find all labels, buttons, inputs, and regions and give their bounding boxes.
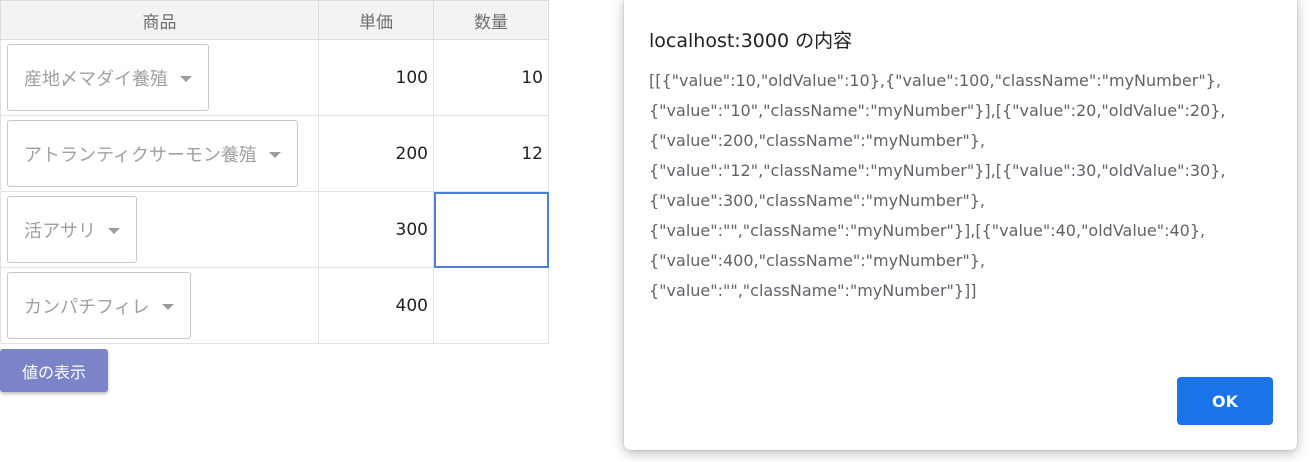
dialog-message-line: {"value":"","className":"myNumber"}]] — [649, 281, 977, 300]
product-select-value: アトランティクサーモン養殖 — [24, 144, 257, 166]
dialog-message-line: {"value":300,"className":"myNumber"}, — [649, 191, 985, 210]
price-cell[interactable]: 300 — [318, 191, 434, 268]
table-row: アトランティクサーモン養殖 200 12 — [0, 115, 549, 192]
qty-cell[interactable] — [433, 267, 549, 344]
dialog-message-line: {"value":"10","className":"myNumber"}],[… — [649, 101, 1226, 120]
chevron-down-icon — [161, 304, 174, 310]
chevron-down-icon — [108, 228, 120, 234]
price-cell[interactable]: 400 — [318, 267, 434, 344]
header-price[interactable]: 単価 — [318, 0, 434, 40]
dialog-title: localhost:3000 の内容 — [649, 30, 853, 52]
chevron-down-icon — [180, 76, 192, 82]
dialog-message-line: [[{"value":10,"oldValue":10},{"value":10… — [649, 71, 1221, 90]
product-select[interactable]: アトランティクサーモン養殖 — [7, 120, 298, 187]
product-cell[interactable]: カンパチフィレ — [0, 267, 319, 344]
dialog-message-line: {"value":400,"className":"myNumber"}, — [649, 251, 985, 270]
price-cell[interactable]: 200 — [318, 115, 434, 192]
price-cell[interactable]: 100 — [318, 39, 434, 116]
dialog-message: [[{"value":10,"oldValue":10},{"value":10… — [649, 66, 1249, 306]
product-select-value: 活アサリ — [24, 220, 96, 242]
dialog-message-line: {"value":"","className":"myNumber"}],[{"… — [649, 221, 1206, 240]
qty-cell[interactable]: 12 — [433, 115, 549, 192]
table-row: 活アサリ 300 — [0, 191, 549, 268]
product-select[interactable]: カンパチフィレ — [7, 272, 191, 339]
show-values-button[interactable]: 値の表示 — [0, 349, 108, 392]
alert-dialog: localhost:3000 の内容 [[{"value":10,"oldVal… — [624, 0, 1297, 450]
table-row: カンパチフィレ 400 — [0, 267, 549, 344]
qty-cell-selected[interactable] — [433, 191, 549, 268]
header-row: 商品 単価 数量 — [0, 0, 549, 40]
data-grid: 商品 単価 数量 産地〆マダイ養殖 100 10 アトランティクサーモン養殖 2… — [0, 0, 549, 344]
product-cell[interactable]: 活アサリ — [0, 191, 319, 268]
product-select[interactable]: 産地〆マダイ養殖 — [7, 44, 209, 111]
qty-cell[interactable]: 10 — [433, 39, 549, 116]
product-cell[interactable]: 産地〆マダイ養殖 — [0, 39, 319, 116]
product-select-value: 産地〆マダイ養殖 — [24, 68, 168, 90]
ok-button[interactable]: OK — [1177, 377, 1273, 425]
product-select[interactable]: 活アサリ — [7, 196, 137, 263]
header-product[interactable]: 商品 — [0, 0, 319, 40]
product-cell[interactable]: アトランティクサーモン養殖 — [0, 115, 319, 192]
table-row: 産地〆マダイ養殖 100 10 — [0, 39, 549, 116]
product-select-value: カンパチフィレ — [24, 296, 150, 318]
dialog-message-line: {"value":200,"className":"myNumber"}, — [649, 131, 985, 150]
chevron-down-icon — [268, 152, 281, 158]
dialog-message-line: {"value":"12","className":"myNumber"}],[… — [649, 161, 1226, 180]
header-qty[interactable]: 数量 — [433, 0, 549, 40]
